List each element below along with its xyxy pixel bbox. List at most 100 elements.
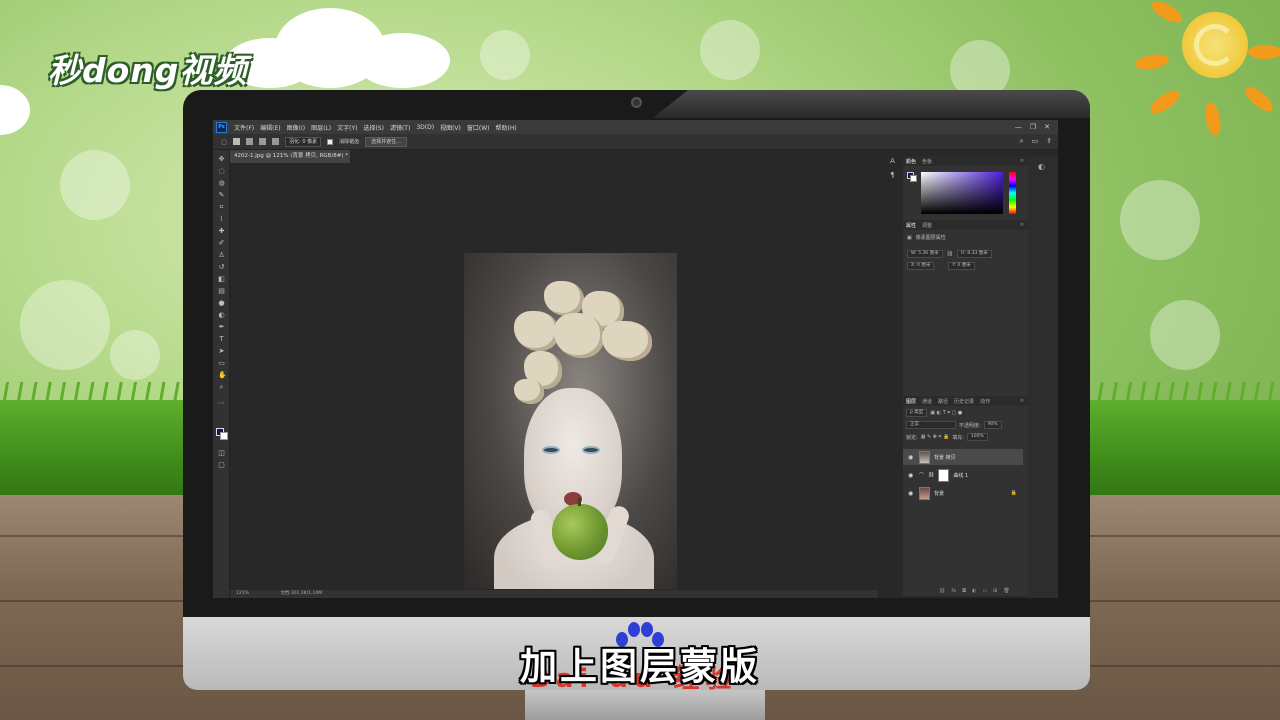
- panel-menu-icon[interactable]: ≡: [1020, 222, 1024, 228]
- more-tools-icon[interactable]: ⋯: [218, 400, 225, 407]
- lasso-tool-icon[interactable]: ◌: [221, 138, 227, 146]
- background-swatch[interactable]: [910, 175, 917, 182]
- menu-layer[interactable]: 图层(L): [308, 123, 334, 132]
- tab-actions[interactable]: 动作: [980, 398, 990, 405]
- tab-swatches[interactable]: 色板: [922, 158, 932, 165]
- shape-tool-icon[interactable]: ▭: [218, 360, 225, 367]
- tab-paths[interactable]: 路径: [938, 398, 948, 405]
- new-selection-icon[interactable]: [233, 138, 241, 145]
- dock-icon[interactable]: ◐: [1038, 162, 1045, 171]
- menu-3d[interactable]: 3D(D): [413, 124, 437, 131]
- share-icon[interactable]: ⇪: [1046, 137, 1052, 146]
- healing-tool-icon[interactable]: ✚: [218, 228, 225, 235]
- stamp-tool-icon[interactable]: ♙: [218, 252, 225, 259]
- pen-tool-icon[interactable]: ✒: [218, 324, 225, 331]
- history-brush-tool-icon[interactable]: ↺: [218, 264, 225, 271]
- link-icon[interactable]: ⛓: [947, 251, 953, 257]
- menu-filter[interactable]: 滤镜(T): [387, 123, 413, 132]
- marquee-tool-icon[interactable]: ◌: [218, 168, 225, 175]
- visibility-eye-icon[interactable]: ◉: [908, 490, 915, 497]
- select-and-mask-button[interactable]: 选择并遮住...: [365, 136, 407, 147]
- intersect-selection-icon[interactable]: [272, 138, 280, 145]
- menu-view[interactable]: 视图(V): [437, 123, 464, 132]
- tab-channels[interactable]: 通道: [922, 398, 932, 405]
- panel-menu-icon[interactable]: ≡: [1020, 398, 1024, 404]
- subtract-selection-icon[interactable]: [259, 138, 267, 145]
- y-field[interactable]: Y: 0 厘米: [948, 262, 975, 270]
- layer-row-curves[interactable]: ◉ ⌒ ⛓ 曲线 1: [903, 467, 1023, 483]
- link-layers-icon[interactable]: ⛓: [939, 588, 945, 594]
- layer-style-icon[interactable]: fx: [951, 588, 956, 594]
- feather-field[interactable]: 羽化: 0 像素: [285, 136, 322, 147]
- curves-adjust-icon: ⌒: [919, 472, 925, 479]
- add-selection-icon[interactable]: [246, 138, 254, 145]
- tab-properties[interactable]: 属性: [906, 222, 916, 229]
- restore-icon[interactable]: ❐: [1030, 123, 1036, 131]
- menu-file[interactable]: 文件(F): [231, 123, 257, 132]
- layer-row-background-copy[interactable]: ◉ 背景 拷贝: [903, 449, 1023, 465]
- quick-mask-icon[interactable]: ◫: [218, 450, 225, 457]
- tab-history[interactable]: 历史记录: [954, 398, 974, 405]
- menu-edit[interactable]: 编辑(E): [257, 123, 283, 132]
- crop-tool-icon[interactable]: ⌗: [218, 204, 225, 211]
- tab-color[interactable]: 颜色: [906, 158, 916, 165]
- color-picker-field[interactable]: [921, 172, 1003, 214]
- layer-row-background[interactable]: ◉ 背景 🔒: [903, 485, 1023, 501]
- panel-menu-icon[interactable]: ≡: [1020, 158, 1024, 164]
- bokeh: [20, 280, 110, 370]
- background-color-swatch[interactable]: [220, 432, 228, 440]
- opacity-field[interactable]: 90%: [983, 421, 1002, 429]
- x-field[interactable]: X: 0 厘米: [907, 262, 935, 270]
- minimize-icon[interactable]: —: [1015, 123, 1022, 131]
- hand-tool-icon[interactable]: ✋: [218, 372, 227, 379]
- canvas-area[interactable]: [230, 163, 878, 590]
- tab-layers[interactable]: 图层: [906, 398, 916, 405]
- fill-field[interactable]: 100%: [966, 433, 988, 441]
- lock-icons[interactable]: ▦ ✎ ✥ ⌗ 🔒: [921, 434, 950, 440]
- hue-slider[interactable]: [1009, 172, 1016, 214]
- paragraph-panel-icon[interactable]: ¶: [886, 171, 899, 179]
- new-layer-icon[interactable]: ⊞: [993, 588, 997, 594]
- eyedropper-tool-icon[interactable]: ⌇: [218, 216, 225, 223]
- menu-window[interactable]: 窗口(W): [464, 123, 493, 132]
- lasso-tool-icon[interactable]: ◍: [218, 180, 225, 187]
- gradient-tool-icon[interactable]: ▤: [218, 288, 225, 295]
- blur-tool-icon[interactable]: ●: [218, 300, 225, 307]
- document-tab[interactable]: 4202-1.jpg @ 121% (背景 拷贝, RGB/8#) * ×: [230, 150, 350, 172]
- menu-help[interactable]: 帮助(H): [493, 123, 520, 132]
- eraser-tool-icon[interactable]: ◧: [218, 276, 225, 283]
- screen-mode-icon[interactable]: ▢: [218, 462, 225, 469]
- search-icon[interactable]: ⌕: [1020, 137, 1024, 146]
- workspace-icon[interactable]: ▭: [1032, 137, 1039, 146]
- dodge-tool-icon[interactable]: ◐: [218, 312, 225, 319]
- menu-image[interactable]: 图像(I): [284, 123, 308, 132]
- height-field[interactable]: H: 8.33 厘米: [956, 250, 992, 258]
- antialias-checkbox[interactable]: [327, 138, 334, 145]
- layers-panel: 图层 通道 路径 历史记录 动作 ≡ ρ 类型 ▣ ◐ T ⌗ ▢ ● 正常 不…: [903, 396, 1028, 596]
- filter-icons[interactable]: ▣ ◐ T ⌗ ▢ ●: [930, 410, 962, 416]
- layer-filter-select[interactable]: ρ 类型: [906, 409, 928, 417]
- new-group-icon[interactable]: ▭: [982, 588, 987, 594]
- type-tool-icon[interactable]: T: [218, 336, 225, 343]
- tab-adjustments[interactable]: 调整: [922, 222, 932, 229]
- layer-mask-thumbnail[interactable]: [938, 468, 950, 482]
- eye: [542, 446, 560, 454]
- close-icon[interactable]: ✕: [1044, 123, 1050, 131]
- path-select-tool-icon[interactable]: ➤: [218, 348, 225, 355]
- move-tool-icon[interactable]: ✥: [218, 156, 225, 163]
- add-mask-icon[interactable]: ◘: [962, 588, 966, 594]
- trash-icon[interactable]: 🗑: [1003, 588, 1009, 594]
- menu-select[interactable]: 选择(S): [360, 123, 387, 132]
- document-photo[interactable]: [464, 253, 677, 589]
- blend-mode-select[interactable]: 正常: [906, 421, 956, 429]
- visibility-eye-icon[interactable]: ◉: [908, 454, 915, 461]
- zoom-tool-icon[interactable]: ⌕: [218, 384, 225, 391]
- zoom-level[interactable]: 121%: [236, 591, 249, 596]
- visibility-eye-icon[interactable]: ◉: [908, 472, 915, 479]
- adjustment-layer-icon[interactable]: ◐: [972, 588, 976, 594]
- character-panel-icon[interactable]: A: [886, 157, 899, 165]
- brush-tool-icon[interactable]: ✐: [218, 240, 225, 247]
- quick-select-tool-icon[interactable]: ✎: [218, 192, 225, 199]
- menu-type[interactable]: 文字(Y): [334, 123, 360, 132]
- width-field[interactable]: W: 5.36 厘米: [907, 250, 943, 258]
